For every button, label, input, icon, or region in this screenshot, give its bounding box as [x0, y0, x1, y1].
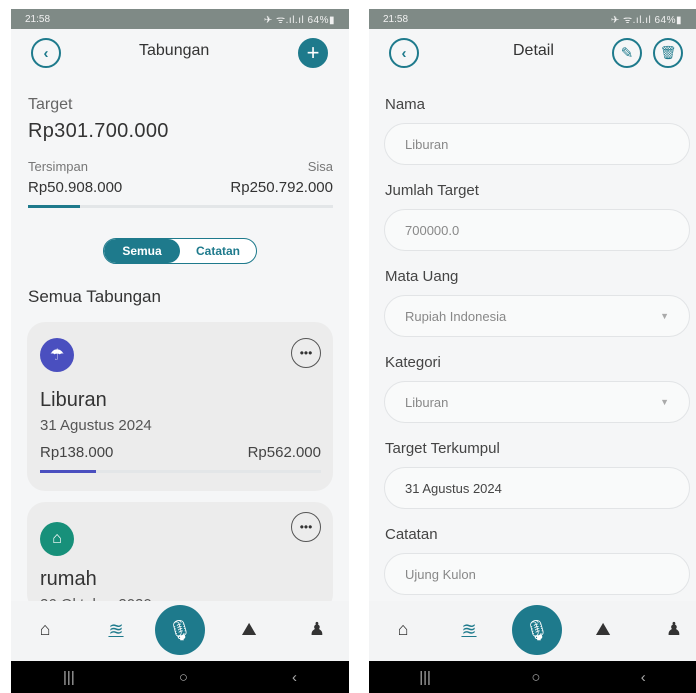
saved-label: Tersimpan: [28, 159, 88, 174]
notes-label: Catatan: [385, 526, 438, 543]
filter-all-button[interactable]: Semua: [104, 239, 180, 263]
card-date: 31 Agustus 2024: [40, 417, 152, 434]
savings-card[interactable]: ⌂ ••• rumah 26 Oktober 2020: [27, 502, 333, 613]
umbrella-icon: ☂: [40, 338, 74, 372]
status-icons: ✈ ᯤ.ıl.ıl 64%▮: [610, 15, 682, 26]
bottom-nav: ⌂ ≋ 🎙 ⛰ ♟: [369, 601, 696, 661]
card-progress-bar: [40, 470, 321, 473]
profile-icon[interactable]: ♟: [662, 619, 686, 640]
add-savings-button[interactable]: +: [298, 38, 328, 68]
plus-icon: +: [306, 40, 320, 65]
page-title: Tabungan: [139, 42, 210, 59]
savings-icon[interactable]: ≋: [457, 619, 481, 640]
total-progress-fill: [28, 205, 80, 208]
chart-icon[interactable]: ⛰: [591, 619, 615, 640]
chevron-down-icon: ▼: [660, 397, 669, 407]
system-back-button[interactable]: ‹: [292, 669, 297, 686]
microphone-icon: 🎙: [524, 619, 550, 642]
target-label: Target: [28, 96, 73, 113]
category-label: Kategori: [385, 354, 441, 371]
voice-input-button[interactable]: 🎙: [512, 605, 562, 655]
name-field[interactable]: Liburan: [384, 123, 690, 165]
target-date-field[interactable]: 31 Agustus 2024: [384, 467, 690, 509]
card-name: Liburan: [40, 389, 107, 411]
status-icons: ✈ ᯤ.ıl.ıl 64%▮: [263, 15, 335, 26]
system-nav-bar: ||| ○ ‹: [369, 661, 696, 693]
profile-icon[interactable]: ♟: [305, 619, 329, 640]
detail-screen: 21:58 ✈ ᯤ.ıl.ıl 64%▮ ‹ Detail ✎ 🗑 Nama L…: [369, 9, 696, 693]
target-value: Rp301.700.000: [28, 120, 169, 142]
status-time: 21:58: [25, 13, 51, 25]
home-button[interactable]: ○: [179, 669, 188, 686]
edit-button[interactable]: ✎: [612, 38, 642, 68]
section-title: Semua Tabungan: [28, 287, 161, 306]
delete-button[interactable]: 🗑: [653, 38, 683, 68]
notes-field[interactable]: Ujung Kulon: [384, 553, 690, 595]
recent-apps-button[interactable]: |||: [63, 669, 75, 686]
house-icon: ⌂: [40, 522, 74, 556]
category-select[interactable]: Liburan ▼: [384, 381, 690, 423]
pencil-icon: ✎: [620, 45, 634, 62]
back-button[interactable]: ‹: [389, 38, 419, 68]
card-remaining: Rp562.000: [247, 444, 321, 461]
card-progress-fill: [40, 470, 97, 473]
more-horizontal-icon: •••: [299, 520, 313, 534]
status-bar: 21:58 ✈ ᯤ.ıl.ıl 64%▮: [369, 9, 696, 29]
chevron-left-icon: ‹: [43, 44, 49, 62]
system-nav-bar: ||| ○ ‹: [11, 661, 349, 693]
target-amount-field[interactable]: 700000.0: [384, 209, 690, 251]
currency-label: Mata Uang: [385, 268, 459, 285]
home-button[interactable]: ○: [531, 669, 540, 686]
home-icon[interactable]: ⌂: [391, 619, 415, 640]
currency-select[interactable]: Rupiah Indonesia ▼: [384, 295, 690, 337]
back-button[interactable]: ‹: [31, 38, 61, 68]
remaining-value: Rp250.792.000: [230, 179, 333, 196]
page-title: Detail: [513, 42, 554, 59]
card-saved: Rp138.000: [40, 444, 114, 461]
target-amount-label: Jumlah Target: [385, 182, 479, 199]
filter-toggle: Semua Catatan: [103, 238, 257, 264]
trash-icon: 🗑: [659, 45, 677, 60]
saved-value: Rp50.908.000: [28, 179, 123, 196]
more-horizontal-icon: •••: [299, 346, 313, 360]
status-time: 21:58: [383, 13, 409, 25]
chevron-down-icon: ▼: [660, 311, 669, 321]
status-bar: 21:58 ✈ ᯤ.ıl.ıl 64%▮: [11, 9, 349, 29]
savings-icon[interactable]: ≋: [104, 619, 128, 640]
remaining-label: Sisa: [307, 159, 333, 174]
chart-icon[interactable]: ⛰: [237, 619, 261, 640]
card-name: rumah: [40, 568, 97, 590]
chevron-left-icon: ‹: [401, 44, 407, 62]
recent-apps-button[interactable]: |||: [419, 669, 431, 686]
voice-input-button[interactable]: 🎙: [155, 605, 205, 655]
more-options-button[interactable]: •••: [291, 338, 321, 368]
total-progress-bar: [28, 205, 333, 208]
microphone-icon: 🎙: [167, 619, 193, 642]
target-date-label: Target Terkumpul: [385, 440, 500, 457]
system-back-button[interactable]: ‹: [641, 669, 646, 686]
savings-screen: 21:58 ✈ ᯤ.ıl.ıl 64%▮ ‹ Tabungan + Target…: [11, 9, 349, 693]
more-options-button[interactable]: •••: [291, 512, 321, 542]
filter-notes-button[interactable]: Catatan: [180, 239, 256, 263]
bottom-nav: ⌂ ≋ 🎙 ⛰ ♟: [11, 601, 349, 661]
savings-card[interactable]: ☂ ••• Liburan 31 Agustus 2024 Rp138.000 …: [27, 322, 333, 491]
home-icon[interactable]: ⌂: [33, 619, 57, 640]
name-label: Nama: [385, 96, 426, 113]
